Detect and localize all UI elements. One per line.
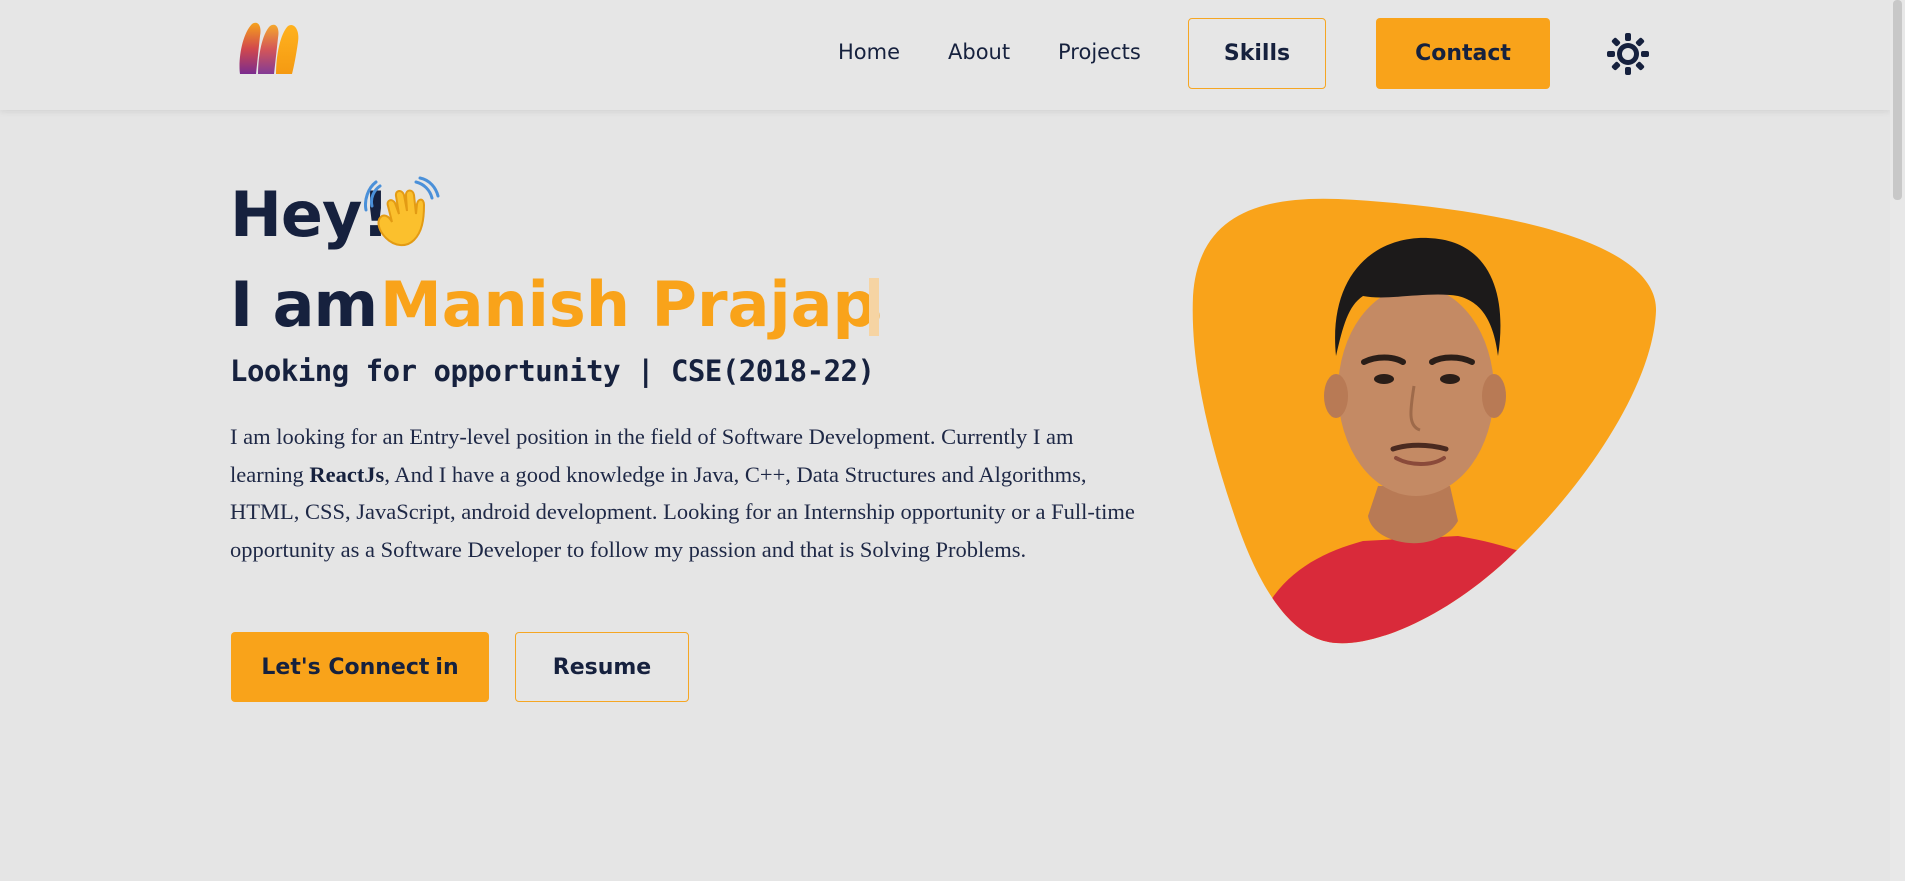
sun-icon[interactable] — [1606, 32, 1650, 76]
profile-photo — [1192, 198, 1657, 644]
navbar: Home About Projects Skills Contact — [0, 0, 1890, 110]
typed-name: Manish Prajapa — [380, 268, 880, 341]
waving-hand-icon — [364, 176, 440, 246]
typing-cursor — [869, 278, 879, 336]
resume-button[interactable]: Resume — [515, 632, 689, 702]
bio-bold: ReactJs — [309, 461, 385, 487]
intro-prefix: I am — [230, 268, 378, 341]
skills-button[interactable]: Skills — [1188, 18, 1326, 89]
m-logo-icon[interactable] — [236, 20, 302, 78]
typed-name-container: Manish Prajapa — [380, 268, 880, 348]
nav-projects[interactable]: Projects — [1058, 40, 1141, 64]
nav-about[interactable]: About — [948, 40, 1010, 64]
contact-button[interactable]: Contact — [1376, 18, 1550, 89]
tagline: Looking for opportunity | CSE(2018-22) — [230, 354, 875, 388]
connect-button[interactable]: Let's Connect in — [231, 632, 489, 702]
scrollbar-thumb[interactable] — [1893, 0, 1902, 200]
linkedin-icon: in — [435, 654, 459, 680]
nav-home[interactable]: Home — [838, 40, 900, 64]
connect-button-label: Let's Connect — [261, 654, 430, 680]
bio-paragraph: I am looking for an Entry-level position… — [230, 418, 1145, 568]
